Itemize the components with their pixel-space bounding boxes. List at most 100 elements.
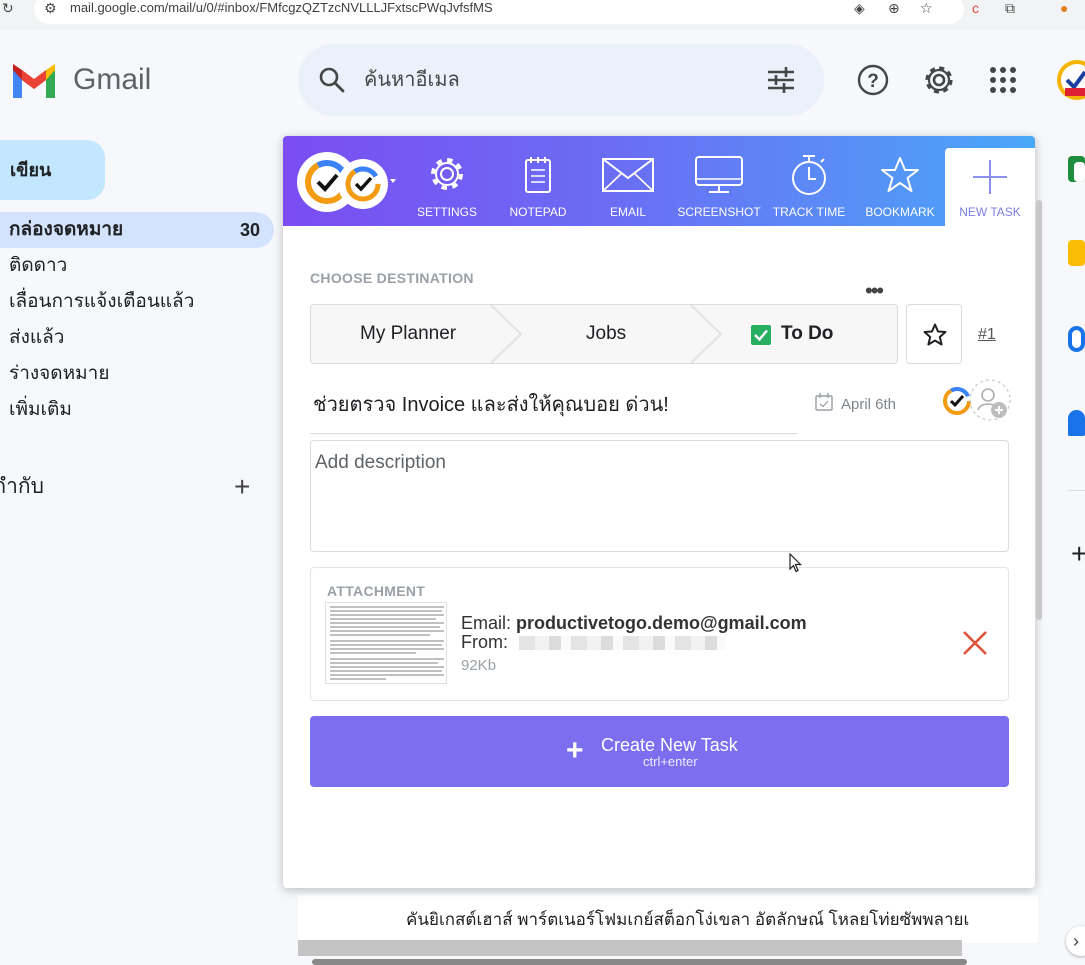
toolbar-track-time[interactable]: TRACK TIME: [767, 136, 851, 226]
notepad-icon: [525, 157, 551, 193]
nav-item-snoozed[interactable]: เลื่อนการแจ้งเตือนแล้ว: [9, 290, 194, 314]
redacted-sender: [519, 636, 726, 651]
nav-item-starred[interactable]: ติดดาว: [9, 254, 67, 278]
side-panel-expand-icon[interactable]: ›: [1066, 926, 1085, 956]
horizontal-scrollbar[interactable]: [312, 959, 967, 965]
nav-item-more[interactable]: เพิ่มเติม: [9, 398, 72, 422]
profile-icon[interactable]: ●: [1060, 0, 1068, 16]
email-icon: [602, 158, 654, 192]
tasks-addon-icon[interactable]: [1068, 326, 1085, 352]
attachment-card: ATTACHMENT Email: productivetogo.demo@gm…: [310, 567, 1009, 701]
horizontal-scroll-track[interactable]: [298, 940, 962, 956]
breadcrumb-list-label: To Do: [781, 323, 834, 344]
side-divider: [1068, 490, 1085, 491]
nav-item-drafts[interactable]: ร่างจดหมาย: [9, 362, 109, 386]
settings-icon: [431, 158, 463, 190]
destination-breadcrumb: My Planner Jobs To Do: [310, 304, 898, 364]
search-bar[interactable]: ค้นหาอีเมล: [298, 44, 824, 116]
create-task-button[interactable]: + Create New Task ctrl+enter: [310, 716, 1009, 787]
toolbar-screenshot[interactable]: SCREENSHOT: [673, 136, 765, 226]
labels-heading: ป้ายกำกับ: [0, 475, 44, 498]
add-assignee-icon[interactable]: [968, 378, 1012, 422]
description-textarea[interactable]: Add description: [310, 440, 1009, 552]
stopwatch-icon: [792, 155, 826, 195]
bookmark-label: BOOKMARK: [865, 205, 935, 219]
extension-icon[interactable]: ◈: [854, 0, 865, 16]
remove-attachment-icon[interactable]: [961, 629, 989, 657]
create-task-label: Create New Task: [601, 735, 738, 755]
attachment-from-line: From:: [461, 632, 726, 652]
compose-label: เขียน: [10, 160, 52, 180]
popup-toolbar: SETTINGS NOTEPAD EMAIL SCREENSHOT TRACK …: [283, 136, 1035, 226]
attachment-thumbnail[interactable]: [325, 602, 447, 684]
settings-gear-icon[interactable]: [921, 62, 957, 98]
toolbar-notepad[interactable]: NOTEPAD: [498, 136, 578, 226]
keep-addon-icon[interactable]: [1068, 240, 1085, 266]
nav-item-inbox[interactable]: กล่องจดหมาย: [9, 218, 123, 242]
more-options-icon[interactable]: •••: [865, 280, 884, 302]
extensions-puzzle-icon[interactable]: ⧉: [1005, 0, 1015, 16]
notepad-label: NOTEPAD: [509, 205, 567, 219]
priority-link[interactable]: #1: [978, 326, 996, 344]
attachment-heading: ATTACHMENT: [327, 583, 426, 599]
checkbox-checked-icon: [751, 325, 771, 345]
due-date[interactable]: April 6th: [841, 395, 896, 415]
extension-c-icon[interactable]: c: [972, 0, 979, 16]
toolbar-bookmark[interactable]: BOOKMARK: [857, 136, 943, 226]
popup-scrollbar[interactable]: [1036, 200, 1042, 620]
search-icon[interactable]: [318, 66, 346, 94]
contacts-addon-icon[interactable]: [1068, 410, 1085, 436]
help-icon[interactable]: ?: [855, 62, 891, 98]
apps-grid-icon[interactable]: [985, 62, 1021, 98]
nav-item-sent[interactable]: ส่งแล้ว: [9, 326, 64, 350]
add-label-button[interactable]: +: [234, 473, 250, 501]
breadcrumb-planner[interactable]: My Planner: [360, 305, 456, 363]
screenshot-icon: [695, 156, 743, 193]
breadcrumb-bucket[interactable]: Jobs: [586, 305, 626, 363]
bookmark-star-icon[interactable]: ☆: [920, 0, 933, 16]
create-plus-icon: +: [566, 734, 584, 767]
gmail-logo-icon[interactable]: [10, 62, 58, 103]
mouse-cursor-icon: [789, 553, 802, 573]
inbox-unread-count: 30: [240, 220, 261, 240]
attachment-from-label: From:: [461, 632, 508, 652]
url-text[interactable]: mail.google.com/mail/u/0/#inbox/FMfcgzQZ…: [70, 0, 493, 16]
address-bar[interactable]: ⚙ mail.google.com/mail/u/0/#inbox/FMfcgz…: [34, 0, 964, 24]
search-options-icon[interactable]: [766, 66, 796, 94]
new-task-label: NEW TASK: [959, 205, 1021, 219]
description-placeholder: Add description: [315, 452, 446, 473]
calendar-icon[interactable]: [814, 392, 834, 412]
choose-destination-heading: CHOOSE DESTINATION: [310, 270, 474, 286]
new-task-popup: SETTINGS NOTEPAD EMAIL SCREENSHOT TRACK …: [283, 136, 1035, 888]
reload-icon[interactable]: ↻: [2, 0, 14, 16]
attachment-email-line: Email: productivetogo.demo@gmail.com: [461, 613, 807, 633]
get-addons-icon[interactable]: +: [1071, 540, 1085, 568]
browser-toolbar: ↻ ⚙ mail.google.com/mail/u/0/#inbox/FMfc…: [0, 0, 1085, 30]
bookmark-star-icon: [881, 157, 919, 192]
app-logo-icon[interactable]: [297, 152, 407, 212]
site-info-icon[interactable]: ⚙: [44, 0, 57, 16]
toolbar-email[interactable]: EMAIL: [588, 136, 668, 226]
toolbar-settings[interactable]: SETTINGS: [407, 136, 487, 226]
attachment-email-prefix: Email:: [461, 613, 517, 633]
toolbar-new-task[interactable]: NEW TASK: [945, 148, 1035, 226]
create-task-shortcut: ctrl+enter: [643, 754, 698, 769]
gmail-wordmark: Gmail: [73, 63, 152, 96]
zoom-icon[interactable]: ⊕: [888, 0, 900, 16]
calendar-addon-face: [1074, 162, 1085, 182]
compose-button[interactable]: เขียน: [0, 140, 105, 200]
task-title-underline: [310, 433, 797, 434]
email-snippet: คันยิเกสต์เฮาส์ พาร์ตเนอร์โฟมเกย์สต็อกโง…: [406, 910, 970, 929]
svg-text:?: ?: [867, 71, 879, 92]
account-avatar[interactable]: [1055, 58, 1085, 102]
task-title-input[interactable]: ช่วยตรวจ Invoice และส่งให้คุณบอย ด่วน!: [313, 392, 669, 418]
search-input[interactable]: ค้นหาอีเมล: [364, 68, 460, 92]
attachment-size: 92Kb: [461, 657, 497, 674]
attachment-email-value: productivetogo.demo@gmail.com: [516, 613, 807, 633]
plus-icon: [973, 160, 1007, 194]
breadcrumb-list[interactable]: To Do: [751, 305, 833, 363]
favorite-button[interactable]: [906, 304, 962, 364]
document-preview-image: [330, 606, 444, 680]
email-row[interactable]: คันยิเกสต์เฮาส์ พาร์ตเนอร์โฟมเกย์สต็อกโง…: [298, 895, 1038, 943]
favorite-star-icon: [923, 323, 947, 346]
